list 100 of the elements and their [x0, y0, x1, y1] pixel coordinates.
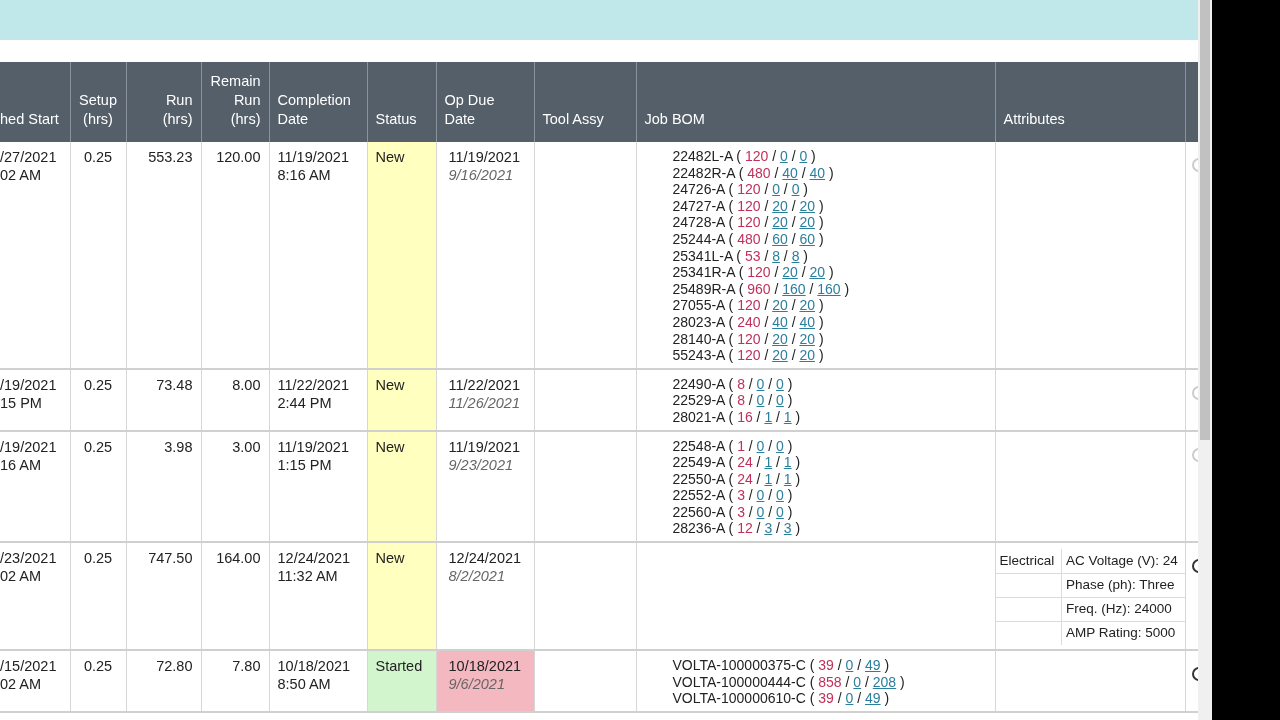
bom-issued-link[interactable]: 1: [764, 408, 773, 425]
bom-available-link[interactable]: 40: [799, 313, 815, 330]
bom-issued-link[interactable]: 1: [764, 454, 773, 471]
run-hours-text: 72.80: [156, 658, 193, 675]
bom-issued-link[interactable]: 20: [772, 214, 788, 231]
bom-available-link[interactable]: 0: [776, 503, 784, 520]
bom-issued-link[interactable]: 0: [845, 690, 854, 707]
column-header[interactable]: hed Start: [0, 62, 70, 142]
bom-issued-link[interactable]: 1: [764, 470, 773, 487]
bom-separator: /: [774, 280, 779, 297]
bom-paren: (: [728, 520, 734, 537]
bom-issued-link[interactable]: 8: [772, 247, 780, 264]
completion-date-text: 8:50 AM: [277, 675, 332, 694]
bom-quantity-text: 24: [737, 470, 753, 487]
bom-available-link[interactable]: 0: [776, 487, 784, 504]
attribute-text: AC Voltage (V): 24: [1066, 552, 1178, 568]
bom-available-link[interactable]: 49: [865, 690, 881, 707]
bom-issued-link[interactable]: 0: [779, 148, 788, 164]
bom-issued-link[interactable]: 0: [772, 181, 780, 198]
bom-quantity-text: 39: [818, 657, 834, 674]
bom-available-link[interactable]: 1: [783, 454, 792, 471]
scheduled-start-text: 15 PM: [0, 393, 43, 412]
bom-available-link[interactable]: 1: [783, 408, 792, 425]
bom-separator: /: [791, 148, 796, 164]
bom-available-link[interactable]: 20: [799, 347, 815, 364]
bom-issued-link[interactable]: 0: [756, 375, 765, 392]
bom-available-link[interactable]: 40: [809, 164, 826, 181]
bom-separator: /: [783, 181, 788, 198]
bom-quantity-text: 53: [744, 247, 761, 264]
bom-available-link[interactable]: 20: [799, 214, 815, 231]
column-header[interactable]: Op Due Date: [436, 62, 534, 142]
bom-separator: /: [748, 392, 753, 409]
bom-issued-link[interactable]: 0: [756, 392, 765, 409]
bom-separator: /: [774, 164, 779, 181]
bom-paren: ): [818, 330, 824, 347]
bom-available-link[interactable]: 0: [776, 392, 784, 409]
column-header[interactable]: Remain Run (hrs): [201, 62, 269, 142]
bom-issued-link[interactable]: 0: [853, 673, 862, 690]
bom-paren: ): [803, 181, 808, 198]
scheduled-start-text: /19/2021: [0, 437, 58, 456]
bom-part-text: VOLTA-100000444-C: [672, 673, 806, 690]
bom-quantity-text: 120: [737, 197, 761, 214]
bom-available-link[interactable]: 20: [799, 297, 815, 314]
bom-separator: /: [776, 408, 780, 425]
bom-separator: /: [774, 264, 779, 281]
column-header[interactable]: Setup (hrs): [70, 62, 126, 142]
bom-issued-link[interactable]: 0: [756, 503, 765, 520]
bom-available-link[interactable]: 49: [865, 657, 881, 674]
bom-available-link[interactable]: 3: [783, 520, 792, 537]
bom-available-link[interactable]: 60: [799, 230, 815, 247]
column-header[interactable]: Completion Date: [269, 62, 367, 142]
bom-paren: ): [803, 247, 808, 264]
bom-available-link[interactable]: 20: [809, 264, 826, 281]
bom-available-link[interactable]: 0: [791, 181, 800, 198]
status-cell: New: [367, 368, 436, 431]
bom-issued-link[interactable]: 3: [764, 520, 773, 537]
bom-separator: /: [791, 230, 796, 247]
bom-separator: /: [837, 657, 842, 674]
bom-available-link[interactable]: 20: [799, 197, 815, 214]
bom-separator: /: [791, 297, 796, 314]
remain-run-text: 3.00: [232, 438, 261, 455]
status-cell: New: [367, 142, 436, 369]
column-header[interactable]: Attributes: [995, 62, 1185, 142]
bom-issued-link[interactable]: 60: [772, 230, 788, 247]
bom-paren: ): [829, 264, 834, 281]
column-header[interactable]: Run (hrs): [126, 62, 201, 142]
bom-separator: /: [756, 454, 761, 471]
bom-separator: /: [768, 375, 773, 392]
bom-issued-link[interactable]: 20: [772, 330, 788, 347]
bom-issued-link[interactable]: 20: [772, 347, 788, 364]
bom-issued-link[interactable]: 0: [756, 487, 765, 504]
bom-issued-link[interactable]: 0: [845, 657, 854, 674]
bom-issued-link[interactable]: 20: [772, 297, 788, 314]
bom-available-link[interactable]: 20: [799, 330, 815, 347]
bom-quantity-text: 3: [737, 487, 745, 504]
bom-quantity-text: 240: [737, 313, 761, 330]
scrollbar-thumb[interactable]: [1200, 0, 1210, 440]
bom-available-link[interactable]: 8: [791, 247, 800, 264]
bom-paren: ): [787, 392, 793, 409]
bom-separator: /: [776, 454, 780, 471]
bom-quantity-text: 858: [818, 673, 842, 690]
bom-available-link[interactable]: 1: [783, 470, 792, 487]
bom-issued-link[interactable]: 20: [782, 264, 798, 281]
bom-available-link[interactable]: 208: [872, 673, 897, 690]
bom-quantity-text: 39: [818, 690, 834, 707]
bom-issued-link[interactable]: 40: [772, 313, 788, 330]
bom-issued-link[interactable]: 160: [782, 280, 806, 297]
bom-issued-link[interactable]: 0: [756, 437, 765, 454]
column-header[interactable]: Tool Assy: [534, 62, 636, 142]
bom-issued-link[interactable]: 20: [772, 197, 788, 214]
bom-issued-link[interactable]: 40: [782, 164, 798, 181]
bom-part-text: VOLTA-100000610-C: [672, 690, 806, 707]
bom-available-link[interactable]: 0: [799, 148, 808, 164]
bom-available-link[interactable]: 160: [817, 280, 841, 297]
run-hours-text: 553.23: [148, 149, 193, 165]
column-header[interactable]: Job BOM: [636, 62, 995, 142]
bom-paren: ): [818, 347, 824, 364]
bom-available-link[interactable]: 0: [776, 375, 784, 392]
bom-available-link[interactable]: 0: [776, 437, 784, 454]
bom-separator: /: [756, 520, 761, 537]
